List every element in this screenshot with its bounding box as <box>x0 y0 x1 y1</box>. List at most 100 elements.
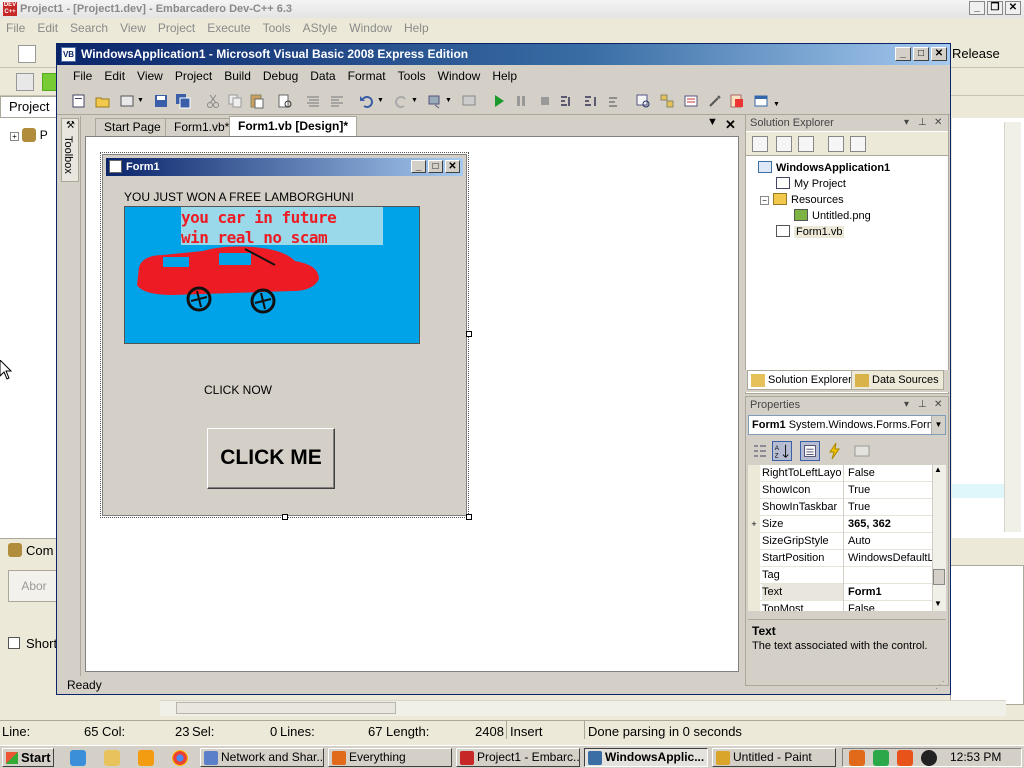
property-value[interactable] <box>846 567 932 584</box>
redo-icon[interactable] <box>393 93 409 109</box>
task-everything[interactable]: Everything <box>328 748 452 767</box>
refresh-icon[interactable] <box>798 136 814 152</box>
tab-form1-code[interactable]: Form1.vb* <box>165 118 239 136</box>
open-file-icon[interactable] <box>95 93 111 109</box>
devcpp-menu-view[interactable]: View <box>114 18 152 38</box>
task-vb-express[interactable]: WindowsApplic... <box>584 748 708 767</box>
undo-dropdown-icon[interactable]: ▼ <box>377 97 384 104</box>
resize-handle-corner[interactable] <box>466 514 472 520</box>
vb-title-bar[interactable]: VB WindowsApplication1 - Microsoft Visua… <box>57 44 950 65</box>
scroll-thumb[interactable] <box>933 569 945 585</box>
find-icon[interactable] <box>277 93 293 109</box>
devcpp-menu-edit[interactable]: Edit <box>31 18 64 38</box>
build-config-label[interactable]: Release <box>952 46 1000 61</box>
search-tray-icon[interactable] <box>849 750 865 766</box>
resize-handle-right[interactable] <box>466 331 472 337</box>
close-tab-icon[interactable]: ✕ <box>725 117 736 133</box>
project-tab[interactable]: Project <box>0 96 58 118</box>
navigate-backward-icon[interactable] <box>427 93 443 109</box>
tab-solution-explorer[interactable]: Solution Explorer <box>747 370 857 390</box>
start-page-icon[interactable] <box>753 93 769 109</box>
property-value[interactable]: True <box>846 482 932 499</box>
object-selector-dropdown-icon[interactable]: ▼ <box>931 416 945 434</box>
vb-menu-project[interactable]: Project <box>169 65 218 87</box>
property-row[interactable]: Tag <box>748 567 932 584</box>
add-item-dropdown-icon[interactable]: ▼ <box>137 97 144 104</box>
short-option[interactable]: Short <box>8 636 57 651</box>
form1-title-bar[interactable]: Form1 _ □ ✕ <box>106 158 463 176</box>
tree-item-untitled-png[interactable]: Untitled.png <box>794 209 871 223</box>
horizontal-scroll-thumb[interactable] <box>176 702 396 714</box>
internet-explorer-icon[interactable] <box>70 750 86 766</box>
green-tray-icon[interactable] <box>873 750 889 766</box>
clock[interactable]: 12:53 PM <box>950 748 1001 767</box>
property-value[interactable]: False <box>846 601 932 611</box>
vb-menu-help[interactable]: Help <box>486 65 523 87</box>
compiler-tab[interactable]: Com <box>0 538 60 562</box>
vb-menu-data[interactable]: Data <box>304 65 341 87</box>
events-icon[interactable] <box>824 441 844 461</box>
view-designer-icon[interactable] <box>850 136 866 152</box>
panel-close-icon[interactable]: ✕ <box>934 397 942 413</box>
find-in-files-icon[interactable] <box>635 93 651 109</box>
label-click-now[interactable]: CLICK NOW <box>204 383 272 397</box>
new-file-icon[interactable] <box>18 45 36 63</box>
view-code-icon[interactable] <box>828 136 844 152</box>
property-grid[interactable]: RightToLeftLayo False ShowIcon True ShowIn… <box>748 465 946 611</box>
recorder-tray-icon[interactable] <box>921 750 937 766</box>
click-me-button[interactable]: CLICK ME <box>207 428 335 489</box>
restore-button[interactable]: ❐ <box>987 1 1003 15</box>
close-button[interactable]: ✕ <box>1005 1 1021 15</box>
devcpp-menu-execute[interactable]: Execute <box>201 18 256 38</box>
step-over-icon[interactable] <box>583 93 599 109</box>
property-value[interactable]: True <box>846 499 932 516</box>
copy-icon[interactable] <box>227 93 243 109</box>
project-options-icon[interactable] <box>16 73 34 91</box>
property-row[interactable]: RightToLeftLayo False <box>748 465 932 482</box>
navigate-forward-icon[interactable] <box>461 93 477 109</box>
devcpp-menu-astyle[interactable]: AStyle <box>297 18 344 38</box>
comment-icon[interactable] <box>305 93 321 109</box>
cut-icon[interactable] <box>205 93 221 109</box>
active-files-dropdown-icon[interactable]: ▼ <box>707 116 718 128</box>
explorer-icon[interactable] <box>104 750 120 766</box>
toolbox-icon[interactable] <box>707 93 723 109</box>
devcpp-menu-search[interactable]: Search <box>64 18 114 38</box>
devcpp-menu-file[interactable]: File <box>0 18 31 38</box>
task-paint[interactable]: Untitled - Paint <box>712 748 836 767</box>
add-item-icon[interactable] <box>119 93 135 109</box>
project-tree[interactable]: + P <box>10 128 48 142</box>
devcpp-title-bar[interactable]: DEV C++ Project1 - [Project1.dev] - Emba… <box>0 0 1024 18</box>
project-tree-root[interactable]: P <box>40 128 48 142</box>
form1-close-button[interactable]: ✕ <box>445 160 460 173</box>
alphabetical-icon[interactable]: AZ <box>772 441 792 461</box>
orange-tray-icon[interactable] <box>897 750 913 766</box>
tree-item-resources[interactable]: − Resources <box>760 193 844 207</box>
redo-dropdown-icon[interactable]: ▼ <box>411 97 418 104</box>
tree-item-my-project[interactable]: My Project <box>776 177 846 191</box>
resize-handle-bottom[interactable] <box>282 514 288 520</box>
toolbar-options-icon[interactable]: ▼ <box>773 101 780 108</box>
properties-view-icon[interactable] <box>800 441 820 461</box>
panel-pin-icon[interactable]: ⊥ <box>918 115 927 131</box>
task-network-sharing[interactable]: Network and Shar... <box>200 748 324 767</box>
paste-icon[interactable] <box>249 93 265 109</box>
property-row[interactable]: ShowInTaskbar True <box>748 499 932 516</box>
vb-menu-format[interactable]: Format <box>342 65 392 87</box>
vb-minimize-button[interactable]: _ <box>895 47 911 61</box>
tab-data-sources[interactable]: Data Sources <box>851 370 944 390</box>
categorized-icon[interactable] <box>750 441 770 461</box>
property-row-selected[interactable]: Text Form1 <box>748 584 932 601</box>
size-grip-icon[interactable]: ⋰ <box>935 680 945 691</box>
expand-icon[interactable]: + <box>10 132 19 141</box>
property-value[interactable]: WindowsDefaultLo <box>846 550 932 567</box>
object-selector[interactable]: Form1 System.Windows.Forms.Form ▼ <box>748 415 946 435</box>
property-value[interactable]: Form1 <box>846 584 932 601</box>
picture-box[interactable]: you car in future win real no scam <box>124 206 420 344</box>
vb-menu-debug[interactable]: Debug <box>257 65 304 87</box>
devcpp-menu-tools[interactable]: Tools <box>257 18 297 38</box>
media-player-icon[interactable] <box>138 750 154 766</box>
property-value[interactable]: False <box>846 465 932 482</box>
undo-icon[interactable] <box>359 93 375 109</box>
object-browser-icon[interactable] <box>729 93 745 109</box>
